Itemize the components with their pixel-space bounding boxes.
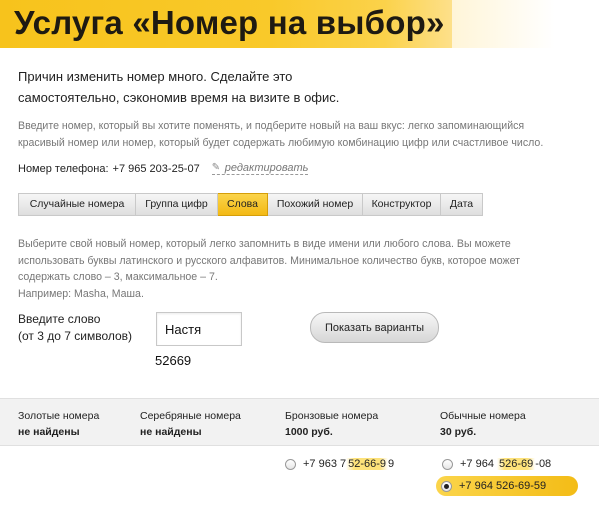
silver-numbers-status: не найдены bbox=[140, 426, 202, 438]
intro-text: Причин изменить номер много. Сделайте эт… bbox=[18, 66, 438, 108]
selection-tabs: Случайные номера Группа цифр Слова Похож… bbox=[18, 193, 483, 216]
number-prefix: +7 963 7 bbox=[303, 458, 347, 470]
word-input[interactable] bbox=[156, 312, 242, 346]
bronze-numbers-column: Бронзовые номера 1000 руб. bbox=[285, 408, 378, 440]
description-line-1: Введите номер, который вы хотите поменят… bbox=[18, 120, 525, 132]
number-option-regular-2-selected[interactable]: +7 964 526-69-59 bbox=[436, 476, 578, 496]
words-desc-line-1: Выберите свой новый номер, который легко… bbox=[18, 238, 511, 250]
word-input-label-line-1: Введите слово bbox=[18, 312, 101, 326]
radio-button-checked[interactable] bbox=[441, 480, 452, 492]
silver-numbers-title: Серебряные номера bbox=[140, 410, 241, 422]
number-suffix: -08 bbox=[535, 458, 552, 470]
banner-fade bbox=[452, 0, 599, 48]
word-input-label-line-2: (от 3 до 7 символов) bbox=[18, 329, 133, 343]
service-description: Введите номер, который вы хотите поменят… bbox=[18, 118, 578, 152]
tab-words[interactable]: Слова bbox=[218, 193, 268, 216]
radio-button[interactable] bbox=[285, 458, 296, 470]
edit-phone-link[interactable]: ✎ редактировать bbox=[211, 162, 309, 175]
radio-button[interactable] bbox=[442, 458, 453, 470]
number-option-bronze-1[interactable]: +7 963 7 52-66-9 9 bbox=[285, 458, 394, 470]
number-option-text: +7 964 526-69-59 bbox=[459, 480, 547, 492]
intro-line-2: самостоятельно, сэкономив время на визит… bbox=[18, 90, 340, 105]
header-banner: Услуга «Номер на выбор» bbox=[0, 0, 452, 48]
word-input-label: Введите слово (от 3 до 7 символов) bbox=[18, 311, 132, 345]
description-line-2: красивый номер или номер, который будет … bbox=[18, 137, 544, 149]
bronze-numbers-title: Бронзовые номера bbox=[285, 410, 379, 422]
tab-date[interactable]: Дата bbox=[441, 193, 483, 216]
intro-line-1: Причин изменить номер много. Сделайте эт… bbox=[18, 69, 293, 84]
regular-numbers-title: Обычные номера bbox=[440, 410, 526, 422]
gold-numbers-title: Золотые номера bbox=[18, 410, 100, 422]
words-desc-example: Например: Masha, Маша. bbox=[18, 287, 144, 300]
current-phone-row: Номер телефона: +7 965 203-25-07 ✎ редак… bbox=[18, 162, 309, 175]
edit-phone-label: редактировать bbox=[224, 162, 309, 174]
number-option-text: +7 964 526-69 -08 bbox=[460, 458, 551, 470]
words-desc-line-3: содержать слово – 3, максимальное – 7. bbox=[18, 271, 218, 283]
words-desc-line-2: использовать буквы латинского и русского… bbox=[18, 254, 520, 267]
word-digits-value: 52669 bbox=[155, 353, 192, 368]
gold-numbers-column: Золотые номера не найдены bbox=[18, 408, 99, 440]
number-suffix: 9 bbox=[388, 458, 395, 470]
phone-label: Номер телефона: bbox=[18, 162, 109, 175]
tab-digit-group[interactable]: Группа цифр bbox=[136, 193, 218, 216]
regular-numbers-price: 30 руб. bbox=[440, 426, 477, 438]
words-tab-description: Выберите свой новый номер, который легко… bbox=[18, 236, 580, 302]
number-match-highlight: 52-66-9 bbox=[346, 458, 389, 470]
page-title: Услуга «Номер на выбор» bbox=[14, 4, 445, 41]
phone-number: +7 965 203-25-07 bbox=[112, 162, 200, 175]
tab-random-numbers[interactable]: Случайные номера bbox=[18, 193, 136, 216]
show-options-button[interactable]: Показать варианты bbox=[310, 312, 439, 343]
number-prefix: +7 964 bbox=[460, 458, 498, 470]
silver-numbers-column: Серебряные номера не найдены bbox=[140, 408, 241, 440]
tab-similar-number[interactable]: Похожий номер bbox=[268, 193, 363, 216]
pencil-icon: ✎ bbox=[211, 162, 221, 173]
tab-constructor[interactable]: Конструктор bbox=[363, 193, 441, 216]
bronze-numbers-price: 1000 руб. bbox=[285, 426, 333, 438]
number-option-text: +7 963 7 52-66-9 9 bbox=[303, 458, 394, 470]
number-match-highlight: 526-69 bbox=[497, 458, 536, 470]
regular-numbers-column: Обычные номера 30 руб. bbox=[440, 408, 526, 440]
gold-numbers-status: не найдены bbox=[18, 426, 80, 438]
number-option-regular-1[interactable]: +7 964 526-69 -08 bbox=[442, 458, 551, 470]
